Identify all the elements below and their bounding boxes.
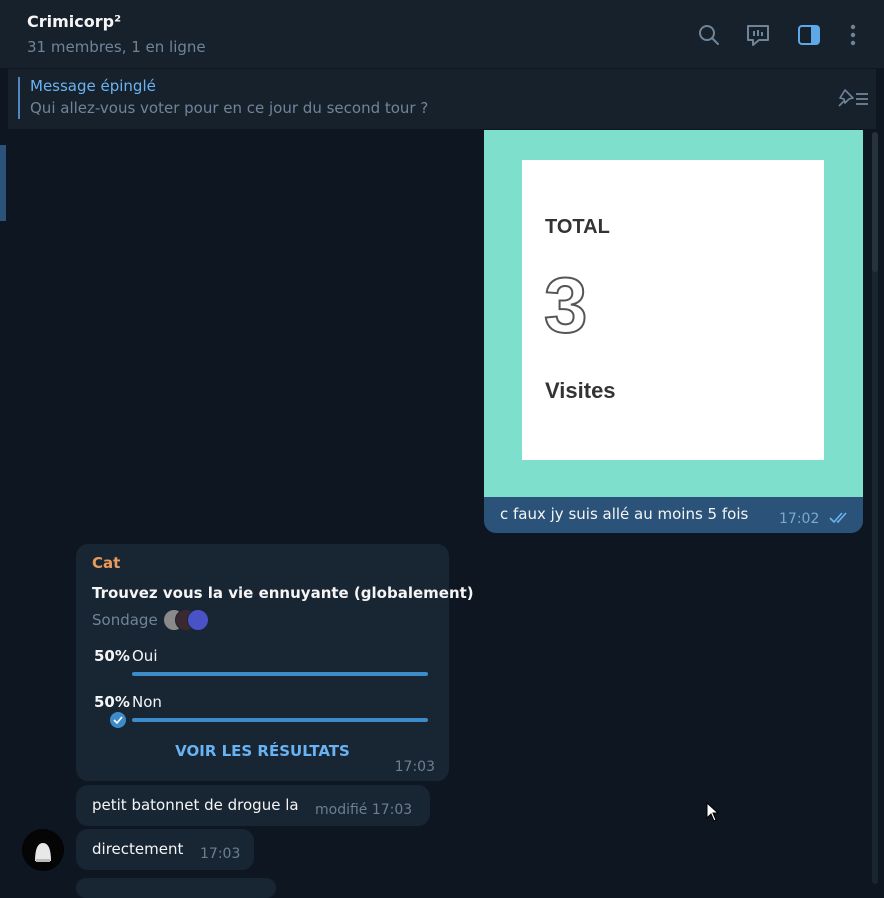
poll-option-percent: 50% bbox=[94, 693, 130, 711]
poll-message: Cat Trouvez vous la vie ennuyante (globa… bbox=[76, 544, 474, 781]
message-author[interactable]: Cat bbox=[92, 554, 120, 572]
message-caption: c faux jy suis allé au moins 5 fois bbox=[500, 505, 749, 523]
incoming-message[interactable] bbox=[76, 878, 276, 898]
avatar[interactable] bbox=[22, 829, 64, 871]
incoming-message[interactable]: directement 17:03 bbox=[76, 829, 254, 870]
poll-option-percent: 50% bbox=[94, 647, 130, 665]
pinned-list-icon[interactable] bbox=[836, 87, 870, 113]
poll-type: Sondage bbox=[92, 611, 158, 629]
pinned-text: Qui allez-vous voter pour en ce jour du … bbox=[30, 99, 429, 117]
view-results-button[interactable]: VOIR LES RÉSULTATS bbox=[76, 742, 449, 760]
incoming-message[interactable]: petit batonnet de drogue la modifié 17:0… bbox=[76, 785, 430, 826]
pinned-indicator bbox=[18, 77, 20, 119]
chat-title[interactable]: Crimicorp² bbox=[27, 12, 121, 31]
poll-option-bar bbox=[132, 718, 428, 722]
more-icon[interactable] bbox=[840, 22, 866, 48]
double-check-icon bbox=[829, 510, 851, 529]
message-text: directement bbox=[92, 840, 184, 858]
image-number: 3 bbox=[543, 261, 588, 349]
poll-voters bbox=[163, 609, 223, 631]
live-chat-icon[interactable] bbox=[745, 22, 771, 48]
voter-avatar bbox=[187, 609, 209, 631]
image-card: TOTAL 3 Visites bbox=[522, 160, 824, 460]
poll-option-label: Non bbox=[132, 693, 162, 711]
voted-check-icon bbox=[110, 712, 126, 728]
image-visits-label: Visites bbox=[545, 378, 616, 403]
poll-question: Trouvez vous la vie ennuyante (globaleme… bbox=[92, 584, 474, 602]
search-icon[interactable] bbox=[696, 22, 722, 48]
message-time: 17:02 bbox=[779, 511, 820, 527]
message-time: 17:03 bbox=[200, 846, 241, 862]
mouse-cursor-icon bbox=[706, 801, 720, 828]
folder-indicator bbox=[0, 145, 6, 221]
scrollbar-thumb[interactable] bbox=[872, 132, 878, 272]
message-text: petit batonnet de drogue la bbox=[92, 796, 299, 814]
outgoing-media-message[interactable]: TOTAL 3 Visites c faux jy suis allé au m… bbox=[484, 130, 863, 533]
poll-option-label: Oui bbox=[132, 647, 158, 665]
pinned-title: Message épinglé bbox=[30, 77, 156, 95]
chat-header: Crimicorp² 31 membres, 1 en ligne bbox=[0, 0, 884, 69]
message-time: 17:03 bbox=[394, 759, 435, 775]
sidebar-toggle-icon[interactable] bbox=[796, 22, 822, 48]
chat-member-count: 31 membres, 1 en ligne bbox=[27, 38, 206, 56]
message-time: modifié 17:03 bbox=[315, 802, 413, 818]
pinned-message[interactable]: Message épinglé Qui allez-vous voter pou… bbox=[8, 69, 876, 129]
poll-option-bar bbox=[132, 672, 428, 676]
message-image[interactable]: TOTAL 3 Visites bbox=[484, 130, 863, 497]
image-total-label: TOTAL bbox=[545, 216, 610, 238]
